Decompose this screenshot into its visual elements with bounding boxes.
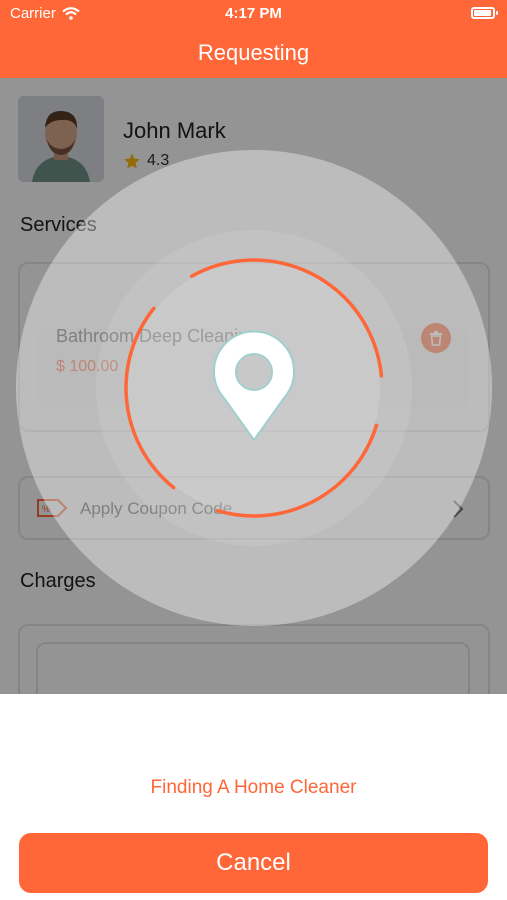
- searching-message: Finding A Home Cleaner: [150, 777, 357, 798]
- search-radar: [16, 150, 492, 626]
- app-header: Carrier 4:17 PM Requesting: [0, 0, 507, 78]
- battery-icon: [471, 7, 498, 19]
- bottom-sheet: Finding A Home Cleaner Cancel: [0, 694, 507, 900]
- status-bar: Carrier 4:17 PM: [0, 0, 507, 28]
- page-title: Requesting: [197, 40, 310, 65]
- status-time: 4:17 PM: [225, 5, 282, 22]
- cancel-button[interactable]: Cancel: [19, 833, 488, 893]
